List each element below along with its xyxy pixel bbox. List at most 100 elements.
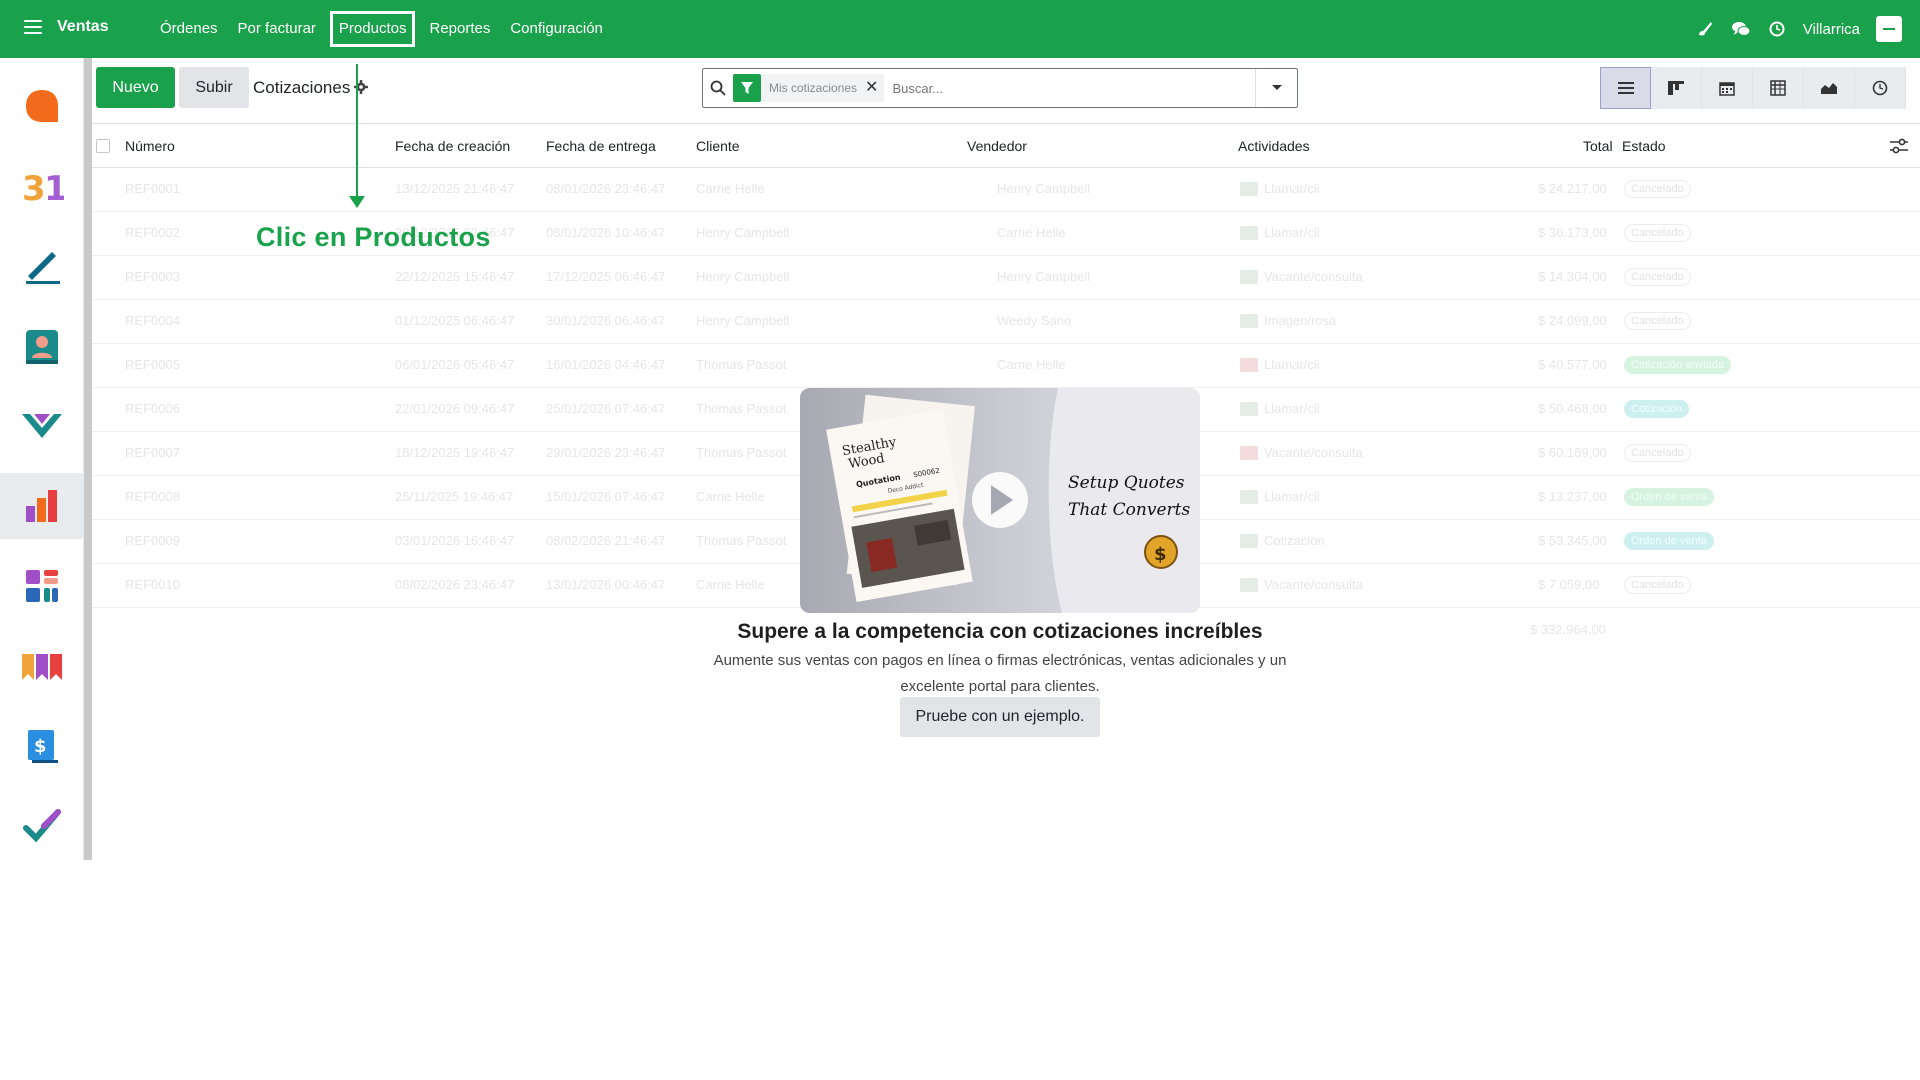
row-customer: Carrie Helle bbox=[696, 181, 765, 196]
row-number: REF0010 bbox=[125, 577, 180, 592]
svg-text:$: $ bbox=[34, 736, 47, 757]
column-estado[interactable]: Estado bbox=[1622, 138, 1666, 154]
optional-columns-icon[interactable] bbox=[1890, 138, 1908, 154]
app-name[interactable]: Ventas bbox=[57, 18, 109, 36]
menu-reportes[interactable]: Reportes bbox=[419, 11, 500, 47]
row-number: REF0008 bbox=[125, 489, 180, 504]
row-number: REF0003 bbox=[125, 269, 180, 284]
clock-icon[interactable] bbox=[1767, 19, 1787, 39]
graph-view-button[interactable] bbox=[1804, 67, 1855, 109]
row-created: 01/12/2025 06:46:47 bbox=[395, 313, 515, 328]
row-delivery: 08/01/2026 23:46:47 bbox=[546, 181, 666, 196]
row-customer: Henry Campbell bbox=[696, 225, 790, 240]
list-view-button[interactable] bbox=[1600, 67, 1651, 109]
row-number: REF0005 bbox=[125, 357, 180, 372]
notes-app-icon[interactable] bbox=[0, 233, 84, 299]
row-total: $ 40.577,00 bbox=[1538, 357, 1607, 372]
row-total: $ 36.173,00 bbox=[1538, 225, 1607, 240]
try-sample-button[interactable]: Pruebe con un ejemplo. bbox=[900, 697, 1100, 737]
activity-icon bbox=[1240, 490, 1258, 504]
column-numero[interactable]: Número bbox=[125, 138, 175, 154]
sales-app-icon[interactable] bbox=[0, 473, 84, 539]
column-cliente[interactable]: Cliente bbox=[696, 138, 740, 154]
activity-icon bbox=[1240, 314, 1258, 328]
row-customer: Thomas Passot bbox=[696, 357, 787, 372]
area-chart-icon bbox=[1821, 83, 1837, 94]
status-badge: Orden de venta bbox=[1624, 488, 1714, 506]
menu-por-facturar[interactable]: Por facturar bbox=[228, 11, 326, 47]
website-app-icon[interactable] bbox=[0, 633, 84, 699]
pivot-view-button[interactable] bbox=[1753, 67, 1804, 109]
company-switcher[interactable]: Villarrica bbox=[1803, 21, 1860, 38]
activity-icon bbox=[1240, 226, 1258, 240]
row-activity: Llamar/cli bbox=[1264, 489, 1320, 504]
kanban-icon bbox=[1668, 81, 1684, 95]
app-rail: 31 $ bbox=[0, 58, 84, 860]
upload-button[interactable]: Subir bbox=[179, 67, 249, 108]
table-row: REF0003 22/12/2025 15:46:47 17/12/2025 0… bbox=[92, 256, 1920, 300]
rail-scrollbar[interactable] bbox=[84, 58, 92, 860]
row-total: $ 13.237,00 bbox=[1538, 489, 1607, 504]
activity-icon bbox=[1240, 534, 1258, 548]
row-number: REF0002 bbox=[125, 225, 180, 240]
app-menu-icon[interactable] bbox=[24, 20, 42, 36]
view-switcher bbox=[1600, 67, 1906, 109]
discuss-app-icon[interactable] bbox=[0, 73, 84, 139]
clock-icon bbox=[1872, 80, 1888, 96]
select-all-checkbox[interactable] bbox=[96, 139, 110, 153]
row-delivery: 08/02/2026 21:46:47 bbox=[546, 533, 666, 548]
invoicing-app-icon[interactable]: $ bbox=[0, 713, 84, 779]
row-total: $ 7.059,00 bbox=[1538, 577, 1600, 592]
project-app-icon[interactable] bbox=[0, 793, 84, 859]
row-customer: Thomas Passot bbox=[696, 445, 787, 460]
row-number: REF0007 bbox=[125, 445, 180, 460]
main-menu: Órdenes Por facturar Productos Reportes … bbox=[150, 0, 613, 58]
column-fecha-entrega[interactable]: Fecha de entrega bbox=[546, 138, 656, 154]
search-input[interactable] bbox=[892, 73, 1243, 103]
activity-view-button[interactable] bbox=[1855, 67, 1906, 109]
row-number: REF0006 bbox=[125, 401, 180, 416]
svg-text:$: $ bbox=[1154, 544, 1167, 565]
row-number: REF0004 bbox=[125, 313, 180, 328]
table-row: REF0001 13/12/2025 21:46:47 08/01/2026 2… bbox=[92, 168, 1920, 212]
dashboards-app-icon[interactable] bbox=[0, 553, 84, 619]
activity-icon bbox=[1240, 578, 1258, 592]
filter-icon bbox=[733, 74, 761, 102]
status-badge: Cancelado bbox=[1624, 224, 1691, 242]
user-avatar[interactable] bbox=[1876, 16, 1902, 42]
row-customer: Thomas Passot bbox=[696, 533, 787, 548]
row-total: $ 60.169,00 bbox=[1538, 445, 1607, 460]
column-fecha-creacion[interactable]: Fecha de creación bbox=[395, 138, 510, 154]
row-salesperson: Henry Campbell bbox=[997, 269, 1091, 284]
kanban-view-button[interactable] bbox=[1651, 67, 1702, 109]
menu-productos[interactable]: Productos bbox=[329, 11, 416, 47]
contacts-app-icon[interactable] bbox=[0, 313, 84, 379]
row-customer: Henry Campbell bbox=[696, 313, 790, 328]
play-icon bbox=[972, 472, 1028, 528]
top-navbar: Ventas Órdenes Por facturar Productos Re… bbox=[0, 0, 1920, 58]
search-options-toggle[interactable] bbox=[1255, 69, 1297, 107]
menu-ordenes[interactable]: Órdenes bbox=[150, 11, 228, 47]
menu-configuracion[interactable]: Configuración bbox=[500, 11, 613, 47]
row-activity: Llamar/cli bbox=[1264, 401, 1320, 416]
column-total[interactable]: Total bbox=[1583, 138, 1613, 154]
column-vendedor[interactable]: Vendedor bbox=[967, 138, 1027, 154]
chat-icon[interactable] bbox=[1731, 19, 1751, 39]
crm-app-icon[interactable] bbox=[0, 393, 84, 459]
systray: Villarrica bbox=[1695, 0, 1902, 58]
row-created: 03/01/2026 16:46:47 bbox=[395, 533, 515, 548]
close-icon[interactable]: ✕ bbox=[865, 74, 884, 102]
svg-text:3: 3 bbox=[22, 169, 46, 206]
list-icon bbox=[1617, 82, 1634, 94]
activity-icon bbox=[1240, 358, 1258, 372]
column-actividades[interactable]: Actividades bbox=[1238, 138, 1310, 154]
activity-icon bbox=[1240, 446, 1258, 460]
calendar-view-button[interactable] bbox=[1702, 67, 1753, 109]
row-created: 22/01/2026 09:46:47 bbox=[395, 401, 515, 416]
new-button[interactable]: Nuevo bbox=[96, 67, 175, 108]
row-created: 18/12/2025 19:46:47 bbox=[395, 445, 515, 460]
row-delivery: 25/01/2026 07:46:47 bbox=[546, 401, 666, 416]
helper-video[interactable]: Stealthy Wood Quotation S00062 Deco Addi… bbox=[800, 388, 1200, 613]
calendar-app-icon[interactable]: 31 bbox=[0, 153, 84, 219]
brush-icon[interactable] bbox=[1695, 19, 1715, 39]
